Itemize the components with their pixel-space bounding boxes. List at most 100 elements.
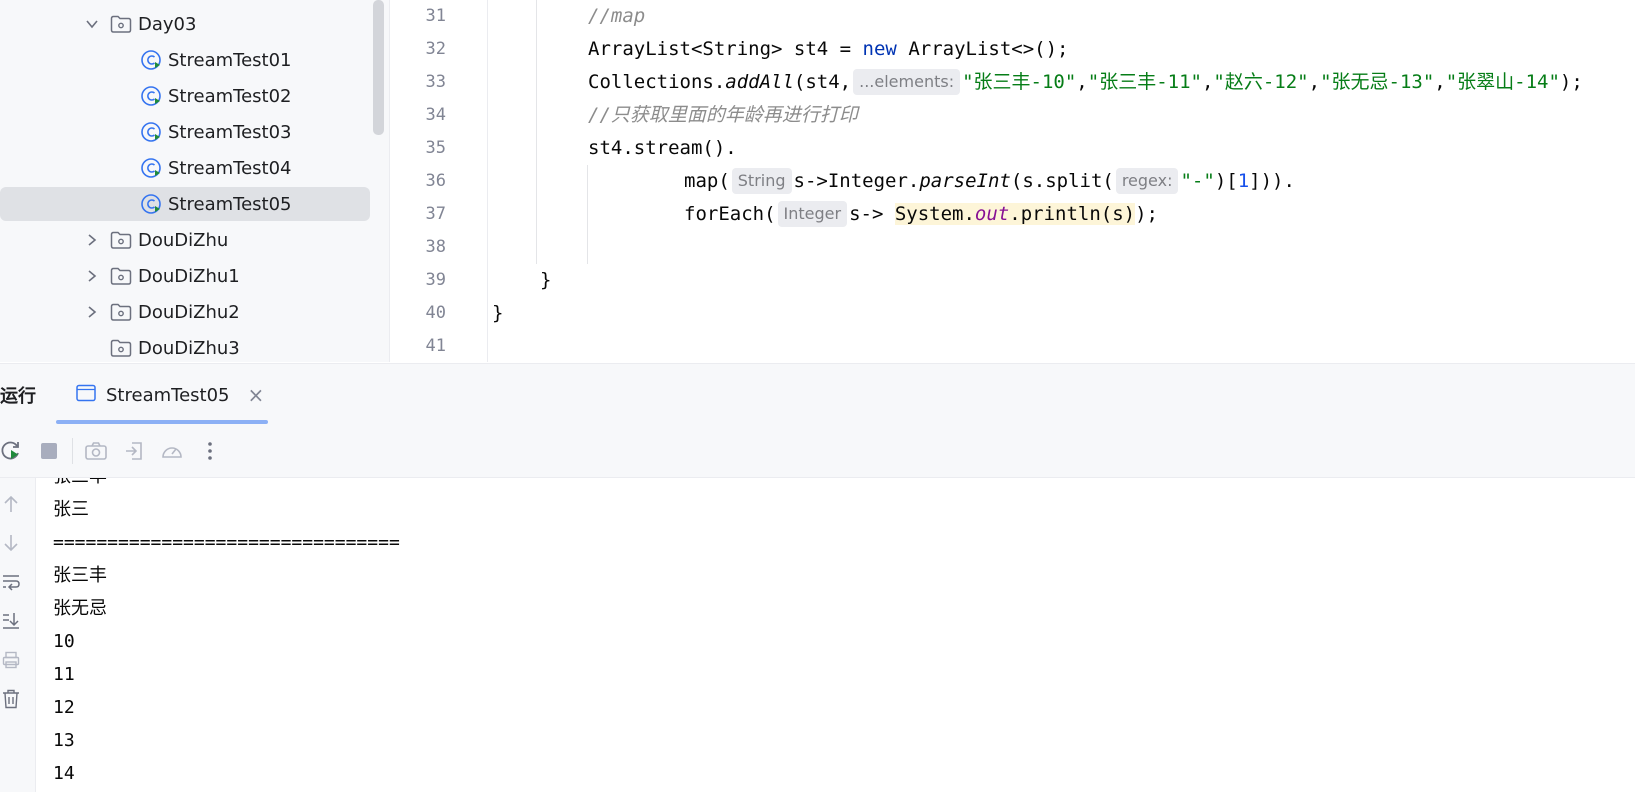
code-token: ArrayList<String> st4 = [588, 38, 863, 60]
close-icon[interactable]: × [247, 383, 264, 407]
chevron-right-icon[interactable] [84, 232, 100, 248]
code-token: (st4, [793, 71, 852, 93]
import-icon[interactable] [119, 436, 149, 466]
code-token: st4.stream(). [588, 137, 737, 159]
scroll-to-end-icon[interactable] [0, 609, 22, 633]
console-side-toolbar [0, 478, 36, 792]
code-line-31[interactable]: //map [588, 0, 645, 33]
code-token: (s.split( [1010, 170, 1114, 192]
console-line: 张三丰 [53, 565, 107, 586]
console-line: 10 [53, 631, 75, 652]
code-token: , [1308, 71, 1321, 93]
active-tab-indicator [56, 420, 268, 424]
code-line-33[interactable]: Collections.addAll(st4, ...elements: "张三丰-… [588, 66, 1583, 99]
console-line: 11 [53, 664, 75, 685]
code-keyword: new [862, 38, 897, 60]
parameter-hint: regex: [1115, 168, 1179, 194]
package-folder-icon [110, 229, 132, 251]
print-icon[interactable] [0, 648, 22, 672]
code-line-39[interactable]: } [540, 264, 551, 297]
code-number: 1 [1237, 170, 1250, 192]
run-tab-label: StreamTest05 [106, 384, 230, 406]
parameter-hint: ...elements: [853, 69, 961, 95]
line-number: 41 [425, 336, 446, 356]
tree-item-label: StreamTest05 [168, 193, 292, 215]
arrow-up-icon[interactable] [0, 492, 22, 516]
code-token: , [1076, 71, 1088, 93]
code-token: System. [894, 203, 975, 225]
java-class-icon [140, 49, 162, 71]
package-folder-icon [110, 337, 132, 359]
package-folder-icon [110, 265, 132, 287]
more-options-icon[interactable] [195, 436, 225, 466]
chevron-right-icon[interactable] [84, 304, 100, 320]
tree-item-label: StreamTest04 [168, 157, 292, 179]
trash-icon[interactable] [0, 687, 22, 711]
camera-icon[interactable] [81, 436, 111, 466]
console-icon [76, 384, 96, 406]
tree-item-streamtest03[interactable]: StreamTest03 [0, 115, 370, 149]
java-class-icon [140, 121, 162, 143]
java-class-icon [140, 85, 162, 107]
tree-item-doudizhu2[interactable]: DouDiZhu2 [0, 295, 370, 329]
package-folder-icon [110, 13, 132, 35]
tree-item-label: DouDiZhu3 [138, 337, 240, 359]
tree-item-day03[interactable]: Day03 [0, 7, 370, 41]
code-token: s-> [849, 203, 895, 225]
code-token: } [540, 269, 552, 291]
code-string: "-" [1180, 170, 1215, 192]
line-number: 33 [425, 72, 446, 92]
run-panel-header: 运行 StreamTest05 × [0, 363, 1635, 426]
tree-item-streamtest05[interactable]: StreamTest05 [0, 187, 370, 221]
gauge-icon[interactable] [157, 436, 187, 466]
tree-item-doudizhu3[interactable]: DouDiZhu3 [0, 331, 370, 362]
code-string: "张三丰-11" [1087, 71, 1202, 93]
tree-scrollbar[interactable] [373, 0, 384, 135]
rerun-icon[interactable] [0, 436, 26, 466]
tree-item-streamtest02[interactable]: StreamTest02 [0, 79, 370, 113]
run-tab-streamtest05[interactable]: StreamTest05 × [56, 364, 268, 426]
code-token: ); [1559, 71, 1583, 93]
code-editor[interactable]: 31 32 33 34 35 36 37 38 39 40 41 //map A… [390, 0, 1635, 362]
arrow-down-icon[interactable] [0, 531, 22, 555]
tree-item-doudizhu[interactable]: DouDiZhu [0, 223, 370, 257]
code-token: ); [1135, 203, 1158, 225]
gutter-separator [487, 0, 488, 362]
code-token: , [1201, 71, 1214, 93]
soft-wrap-icon[interactable] [0, 570, 22, 594]
code-token: s->Integer. [793, 170, 920, 192]
java-class-icon [140, 193, 162, 215]
tree-item-label: StreamTest03 [168, 121, 292, 143]
line-number: 38 [425, 237, 446, 257]
console-output[interactable]: 张三丰 张三 ================================ … [36, 478, 1635, 792]
console-line: 张无忌 [53, 598, 107, 619]
code-comment: //map [588, 5, 646, 27]
code-token: forEach( [684, 203, 776, 225]
code-string: "赵六-12" [1213, 71, 1309, 93]
tree-item-streamtest04[interactable]: StreamTest04 [0, 151, 370, 185]
tree-item-streamtest01[interactable]: StreamTest01 [0, 43, 370, 77]
line-number: 40 [425, 303, 446, 323]
indent-guide [587, 165, 588, 264]
run-toolbar [0, 425, 1635, 478]
line-number: 36 [425, 171, 446, 191]
code-token: ArrayList<>(); [896, 38, 1069, 60]
project-tree: Day03 StreamTest01 StreamTest02 StreamTe… [0, 0, 390, 362]
code-line-35[interactable]: st4.stream(). [588, 132, 737, 165]
line-number: 35 [425, 138, 446, 158]
code-line-36[interactable]: map(String s->Integer.parseInt(s.split(re… [684, 165, 1295, 198]
code-line-37[interactable]: forEach(Integer s-> System.out.println(s)… [684, 198, 1158, 231]
chevron-right-icon[interactable] [84, 268, 100, 284]
code-token: Collections. [588, 71, 726, 93]
console-line: 张三 [53, 499, 89, 520]
console-line: 张三丰 [53, 478, 107, 493]
chevron-down-icon[interactable] [84, 16, 100, 32]
code-line-34[interactable]: //只获取里面的年龄再进行打印 [588, 99, 858, 132]
toolbar-divider [72, 438, 73, 464]
stop-icon[interactable] [34, 436, 64, 466]
code-line-32[interactable]: ArrayList<String> st4 = new ArrayList<>(… [588, 33, 1068, 66]
highlighted-expression: System.out.println(s) [894, 203, 1136, 225]
code-line-40[interactable]: } [492, 297, 503, 330]
tree-item-doudizhu1[interactable]: DouDiZhu1 [0, 259, 370, 293]
package-folder-icon [110, 301, 132, 323]
